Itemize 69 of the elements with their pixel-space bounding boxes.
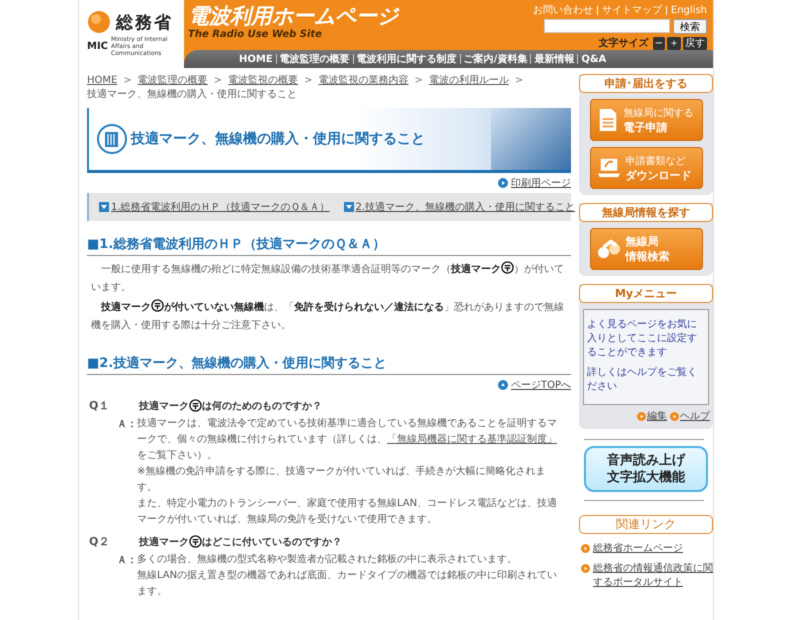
down-arrow-icon [344, 202, 354, 212]
book-icon [97, 124, 127, 154]
breadcrumb-current: 技適マーク、無線機の購入・使用に関すること [87, 88, 297, 102]
search-button[interactable]: 検索 [673, 19, 707, 34]
breadcrumb-link[interactable]: 電波監視の概要 [228, 74, 298, 88]
question-text: 技適マーク はどこに付いているのですか？ [139, 534, 342, 548]
sidebar-heading: 関連リンク [579, 515, 713, 534]
sidebar-heading: 申請･届出をする [579, 74, 713, 93]
answer-text: 無線LANの据え置き型の機器であれば底面、カードタイプの機器では銘板の中に印刷されています。 [137, 568, 558, 599]
toc-link[interactable]: 2.技適マーク、無線機の購入・使用に関すること [344, 200, 576, 214]
nav-item[interactable]: 最新情報 [531, 52, 578, 66]
question-label: Q２ [88, 534, 110, 549]
laptop-icon [596, 157, 620, 179]
question-label: Q１ [88, 398, 110, 413]
section-heading: ■2.技適マーク、無線機の購入・使用に関すること [87, 354, 571, 375]
down-arrow-icon [99, 202, 109, 212]
sidebar-heading: 無線局情報を探す [579, 203, 713, 222]
my-menu-text: よく見るページをお気に入りとしてここに設定することができます [587, 318, 698, 360]
certification-mark-icon [151, 299, 164, 312]
my-menu-text: 詳しくはヘルプをご覧ください [587, 366, 698, 394]
search-field[interactable] [544, 19, 670, 33]
related-link[interactable]: 総務省の情報通信政策に関するポータルサイト [581, 562, 713, 590]
toc-link[interactable]: 1.総務省電波利用のＨＰ（技適マークのＱ＆Ａ） [99, 200, 330, 214]
font-size-button[interactable]: − [652, 36, 665, 50]
answer-text: ※無線機の免許申請をする際に、技適マークが付いていれば、手続きが大幅に簡略化されます。 [137, 464, 546, 495]
print-page-link[interactable]: 印刷用ページ [498, 176, 571, 190]
answer-label: Ａ： [116, 418, 137, 432]
related-link[interactable]: 総務省ホームページ [581, 542, 713, 556]
breadcrumb-separator: > [214, 74, 222, 88]
site-title: 電波利用ホームページ [188, 3, 398, 29]
nav-item[interactable]: HOME [236, 54, 276, 64]
breadcrumb-separator: > [414, 74, 423, 88]
question-text: 技適マーク は何のためのものですか？ [139, 398, 322, 412]
breadcrumb-link[interactable]: 電波の利用ルール [428, 74, 509, 88]
binoculars-icon [596, 238, 620, 260]
accessibility-banner[interactable]: 音声読み上げ 文字拡大機能 [584, 446, 708, 492]
breadcrumb-separator: > [514, 74, 524, 88]
paragraph-text: 技適マーク が付いていない無線機は、「免許を受けられない／違法になる」恐れがありますので無線機を購入・使用する際は十分ご注意下さい。 [91, 299, 567, 335]
nav-item[interactable]: ご案内/資料集 [460, 52, 530, 66]
nav-item[interactable]: Q&A [578, 54, 610, 64]
font-size-button[interactable]: ＋ [667, 36, 681, 50]
answer-text: 多くの場合、無線機の型式名称や製造者が記載された銘板の中に表示されています。 [137, 552, 518, 567]
my-menu-link[interactable]: ヘルプ [670, 409, 710, 423]
ministry-name: 総務省 [116, 12, 173, 34]
breadcrumb-separator: > [304, 74, 313, 88]
answer-label: Ａ： [116, 554, 137, 568]
paragraph-text: 一般に使用する無線機の殆どに特定無線設備の技術基準適合証明等のマーク（技適マーク ）が付いています。 [91, 261, 567, 297]
answer-link[interactable]: 「無線局機器に関する基準認証制度」 [387, 434, 557, 445]
site-subtitle: The Radio Use Web Site [188, 29, 323, 40]
certification-mark-icon [501, 261, 514, 274]
breadcrumb-link[interactable]: 電波監視の業務内容 [318, 74, 409, 88]
nav-item[interactable]: 電波利用に関する制度 [354, 52, 460, 66]
page-top-link[interactable]: ページTOPへ [498, 378, 571, 392]
sidebar-heading: Myメニュー [579, 284, 713, 303]
ministry-abbreviation: MIC [87, 41, 108, 52]
answer-text: また、特定小電力のトランシーバー、家庭で使用する無線LAN、コードレス電話などは、技適マークが付いていれば、無線局の免許を受けないで使用できます。 [137, 496, 558, 527]
breadcrumb-link[interactable]: HOME [87, 74, 118, 88]
globe-logo-icon [87, 10, 111, 34]
font-size-label: 文字サイズ [598, 36, 649, 50]
font-size-button[interactable]: 戻す [683, 36, 707, 50]
answer-text: 技適マークは、電波法令で定めている技術基準に適合している無線機であることを証明するマークで、個々の無線機に付けられています（詳しくは、「無線局機器に関する基準認証制度」 をご覧下さい）。 [137, 416, 558, 463]
page-title: 技適マーク、無線機の購入・使用に関すること [131, 130, 425, 148]
section-heading: ■1.総務省電波利用のＨＰ（技適マークのＱ＆Ａ） [87, 235, 571, 256]
nav-item[interactable]: 電波監理の概要 [276, 52, 353, 66]
certification-mark-icon [189, 535, 202, 548]
breadcrumb-separator: > [123, 74, 132, 88]
certification-mark-icon [189, 399, 202, 412]
my-menu-link[interactable]: 編集 [637, 409, 667, 423]
breadcrumb-link[interactable]: 電波監理の概要 [138, 74, 208, 88]
